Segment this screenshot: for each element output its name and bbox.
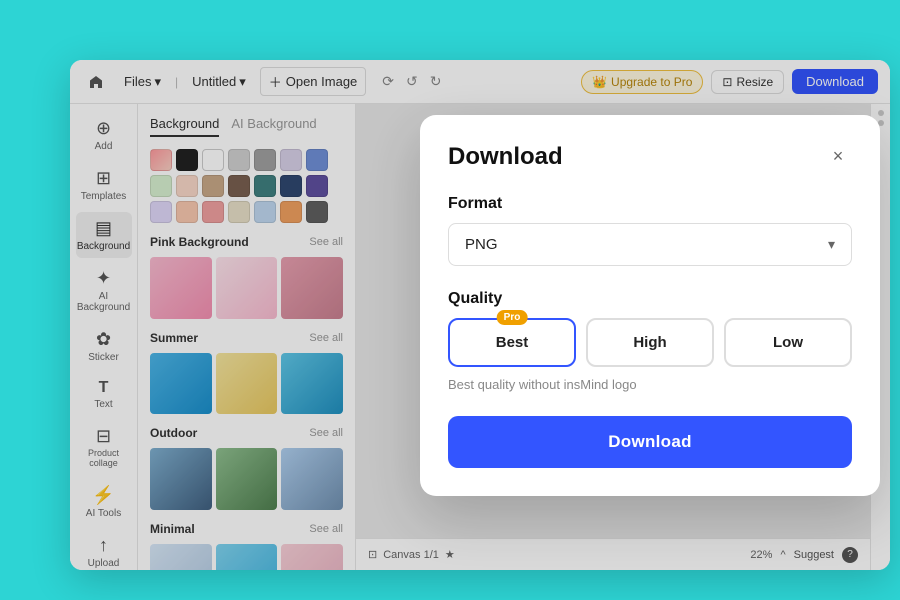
quality-best[interactable]: Pro Best: [448, 318, 576, 367]
modal-header: Download ×: [448, 143, 852, 171]
download-modal: Download × Format PNG ▾ Quality Pro Best…: [420, 115, 880, 496]
quality-high[interactable]: High: [586, 318, 714, 367]
app-window: Files ▾ | Untitled ▾ ＋ Open Image ⟳ ↺ ↻ …: [70, 60, 890, 570]
modal-title: Download: [448, 143, 563, 171]
modal-close-button[interactable]: ×: [824, 143, 852, 171]
chevron-down-icon: ▾: [828, 236, 835, 253]
modal-overlay: Download × Format PNG ▾ Quality Pro Best…: [70, 60, 890, 570]
format-label: Format: [448, 195, 852, 213]
pro-badge: Pro: [497, 310, 528, 325]
quality-description: Best quality without insMind logo: [448, 377, 852, 392]
quality-options: Pro Best High Low: [448, 318, 852, 367]
format-dropdown[interactable]: PNG ▾: [448, 223, 852, 266]
format-value: PNG: [465, 236, 498, 253]
quality-label: Quality: [448, 290, 852, 308]
quality-low[interactable]: Low: [724, 318, 852, 367]
download-modal-button[interactable]: Download: [448, 416, 852, 468]
